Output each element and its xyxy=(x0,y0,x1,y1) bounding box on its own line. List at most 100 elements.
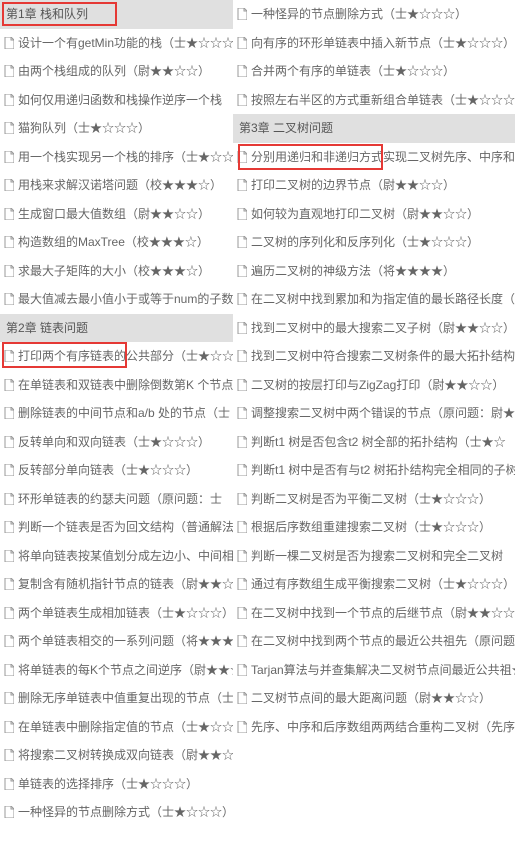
left-item-13[interactable]: 在单链表和双链表中删除倒数第K 个节点 xyxy=(0,371,233,400)
page-icon xyxy=(4,692,14,704)
left-chapter-11[interactable]: 第2章 链表问题 xyxy=(0,314,233,343)
item-label: 删除无序单链表中值重复出现的节点（士 xyxy=(18,684,233,713)
item-label: 根据后序数组重建搜索二叉树（士★☆☆☆） xyxy=(251,513,491,542)
left-item-28[interactable]: 一种怪异的节点删除方式（士★☆☆☆） xyxy=(0,798,233,827)
left-item-9[interactable]: 求最大子矩阵的大小（校★★★☆） xyxy=(0,257,233,286)
page-icon xyxy=(237,493,247,505)
page-icon xyxy=(237,293,247,305)
page-icon xyxy=(4,721,14,733)
item-label: 合并两个有序的单链表（士★☆☆☆） xyxy=(251,57,455,86)
chapter-label: 第3章 二叉树问题 xyxy=(239,114,333,143)
right-item-15[interactable]: 判断t1 树是否包含t2 树全部的拓扑结构（士★☆ xyxy=(233,428,515,457)
left-item-12[interactable]: 打印两个有序链表的公共部分（士★☆☆☆） xyxy=(0,342,233,371)
item-label: 两个单链表相交的一系列问题（将★★★ xyxy=(18,627,233,656)
left-item-27[interactable]: 单链表的选择排序（士★☆☆☆） xyxy=(0,770,233,799)
left-item-10[interactable]: 最大值减去最小值小于或等于num的子数 xyxy=(0,285,233,314)
page-icon xyxy=(4,293,14,305)
item-label: 判断二叉树是否为平衡二叉树（士★☆☆☆） xyxy=(251,485,491,514)
right-item-23[interactable]: Tarjan算法与并查集解决二叉树节点间最近公共祖★★★☆） xyxy=(233,656,515,685)
item-label: 设计一个有getMin功能的栈（士★☆☆☆） xyxy=(18,29,233,58)
item-label: 在二叉树中找到两个节点的最近公共祖先（原问题：尉★★☆☆再进阶问题：校★★★☆） xyxy=(251,627,515,656)
page-icon xyxy=(4,778,14,790)
item-label: 判断一棵二叉树是否为搜索二叉树和完全二叉树 xyxy=(251,542,503,571)
left-item-17[interactable]: 环形单链表的约瑟夫问题（原问题：士 xyxy=(0,485,233,514)
right-item-14[interactable]: 调整搜索二叉树中两个错误的节点（原问题：尉★★★★） xyxy=(233,399,515,428)
item-label: 一种怪异的节点删除方式（士★☆☆☆） xyxy=(18,798,233,827)
item-label: 反转部分单向链表（士★☆☆☆） xyxy=(18,456,198,485)
left-item-7[interactable]: 生成窗口最大值数组（尉★★☆☆） xyxy=(0,200,233,229)
left-item-3[interactable]: 如何仅用递归函数和栈操作逆序一个栈 xyxy=(0,86,233,115)
item-label: 如何较为直观地打印二叉树（尉★★☆☆） xyxy=(251,200,479,229)
right-item-10[interactable]: 在二叉树中找到累加和为指定值的最长路径长度（ xyxy=(233,285,515,314)
page-icon xyxy=(237,65,247,77)
left-item-8[interactable]: 构造数组的MaxTree（校★★★☆） xyxy=(0,228,233,257)
page-icon xyxy=(4,607,14,619)
page-icon xyxy=(237,37,247,49)
right-chapter-4[interactable]: 第3章 二叉树问题 xyxy=(233,114,515,143)
page-icon xyxy=(237,464,247,476)
item-label: 打印两个有序链表的公共部分（士★☆☆☆） xyxy=(18,342,233,371)
page-icon xyxy=(4,664,14,676)
page-icon xyxy=(237,350,247,362)
right-item-6[interactable]: 打印二叉树的边界节点（尉★★☆☆） xyxy=(233,171,515,200)
page-icon xyxy=(4,749,14,761)
item-label: 复制含有随机指针节点的链表（尉★★☆ xyxy=(18,570,233,599)
left-chapter-0[interactable]: 第1章 栈和队列 xyxy=(0,0,233,29)
right-item-19[interactable]: 判断一棵二叉树是否为搜索二叉树和完全二叉树 xyxy=(233,542,515,571)
right-item-22[interactable]: 在二叉树中找到两个节点的最近公共祖先（原问题：尉★★☆☆再进阶问题：校★★★☆） xyxy=(233,627,515,656)
page-icon xyxy=(237,578,247,590)
left-item-2[interactable]: 由两个栈组成的队列（尉★★☆☆） xyxy=(0,57,233,86)
right-item-8[interactable]: 二叉树的序列化和反序列化（士★☆☆☆） xyxy=(233,228,515,257)
right-item-3[interactable]: 按照左右半区的方式重新组合单链表（士★☆☆☆） xyxy=(233,86,515,115)
item-label: 反转单向和双向链表（士★☆☆☆） xyxy=(18,428,210,457)
left-item-4[interactable]: 猫狗队列（士★☆☆☆） xyxy=(0,114,233,143)
left-item-1[interactable]: 设计一个有getMin功能的栈（士★☆☆☆） xyxy=(0,29,233,58)
item-label: 判断t1 树是否包含t2 树全部的拓扑结构（士★☆ xyxy=(251,428,506,457)
chapter-label: 第2章 链表问题 xyxy=(6,314,88,343)
item-label: 由两个栈组成的队列（尉★★☆☆） xyxy=(18,57,210,86)
page-icon xyxy=(237,8,247,20)
right-item-17[interactable]: 判断二叉树是否为平衡二叉树（士★☆☆☆） xyxy=(233,485,515,514)
right-item-24[interactable]: 二叉树节点间的最大距离问题（尉★★☆☆） xyxy=(233,684,515,713)
right-item-18[interactable]: 根据后序数组重建搜索二叉树（士★☆☆☆） xyxy=(233,513,515,542)
item-label: 一种怪异的节点删除方式（士★☆☆☆） xyxy=(251,0,467,29)
right-item-21[interactable]: 在二叉树中找到一个节点的后继节点（尉★★☆☆） xyxy=(233,599,515,628)
page-icon xyxy=(4,151,14,163)
item-label: 两个单链表生成相加链表（士★☆☆☆） xyxy=(18,599,233,628)
right-item-7[interactable]: 如何较为直观地打印二叉树（尉★★☆☆） xyxy=(233,200,515,229)
right-item-1[interactable]: 向有序的环形单链表中插入新节点（士★☆☆☆） xyxy=(233,29,515,58)
item-label: 如何仅用递归函数和栈操作逆序一个栈 xyxy=(18,86,222,115)
item-label: 先序、中序和后序数组两两结合重构二叉树（先序（中序与后序结合士★☆☆☆先序与后序… xyxy=(251,713,515,742)
left-item-15[interactable]: 反转单向和双向链表（士★☆☆☆） xyxy=(0,428,233,457)
right-item-12[interactable]: 找到二叉树中符合搜索二叉树条件的最大拓扑结构 xyxy=(233,342,515,371)
left-item-19[interactable]: 将单向链表按某值划分成左边小、中间相 xyxy=(0,542,233,571)
right-item-11[interactable]: 找到二叉树中的最大搜索二叉子树（尉★★☆☆） xyxy=(233,314,515,343)
left-item-23[interactable]: 将单链表的每K个节点之间逆序（尉★★☆ xyxy=(0,656,233,685)
right-item-25[interactable]: 先序、中序和后序数组两两结合重构二叉树（先序（中序与后序结合士★☆☆☆先序与后序… xyxy=(233,713,515,742)
page-icon xyxy=(237,179,247,191)
page-icon xyxy=(237,664,247,676)
right-item-5[interactable]: 分别用递归和非递归方式实现二叉树先序、中序和 xyxy=(233,143,515,172)
right-item-2[interactable]: 合并两个有序的单链表（士★☆☆☆） xyxy=(233,57,515,86)
left-item-22[interactable]: 两个单链表相交的一系列问题（将★★★ xyxy=(0,627,233,656)
left-item-18[interactable]: 判断一个链表是否为回文结构（普通解法 xyxy=(0,513,233,542)
left-item-20[interactable]: 复制含有随机指针节点的链表（尉★★☆ xyxy=(0,570,233,599)
left-item-16[interactable]: 反转部分单向链表（士★☆☆☆） xyxy=(0,456,233,485)
page-icon xyxy=(4,37,14,49)
item-label: 在单链表中删除指定值的节点（士★☆☆ xyxy=(18,713,233,742)
page-icon xyxy=(237,407,247,419)
left-item-6[interactable]: 用栈来求解汉诺塔问题（校★★★☆） xyxy=(0,171,233,200)
page-icon xyxy=(4,350,14,362)
left-item-14[interactable]: 删除链表的中间节点和a/b 处的节点（士 xyxy=(0,399,233,428)
right-item-9[interactable]: 遍历二叉树的神级方法（将★★★★） xyxy=(233,257,515,286)
right-item-13[interactable]: 二叉树的按层打印与ZigZag打印（尉★★☆☆） xyxy=(233,371,515,400)
right-item-0[interactable]: 一种怪异的节点删除方式（士★☆☆☆） xyxy=(233,0,515,29)
left-item-26[interactable]: 将搜索二叉树转换成双向链表（尉★★☆ xyxy=(0,741,233,770)
left-item-5[interactable]: 用一个栈实现另一个栈的排序（士★☆☆☆） xyxy=(0,143,233,172)
right-item-20[interactable]: 通过有序数组生成平衡搜索二叉树（士★☆☆☆） xyxy=(233,570,515,599)
left-item-21[interactable]: 两个单链表生成相加链表（士★☆☆☆） xyxy=(0,599,233,628)
left-item-25[interactable]: 在单链表中删除指定值的节点（士★☆☆ xyxy=(0,713,233,742)
item-label: 在二叉树中找到一个节点的后继节点（尉★★☆☆） xyxy=(251,599,515,628)
left-item-24[interactable]: 删除无序单链表中值重复出现的节点（士 xyxy=(0,684,233,713)
right-item-16[interactable]: 判断t1 树中是否有与t2 树拓扑结构完全相同的子树 xyxy=(233,456,515,485)
